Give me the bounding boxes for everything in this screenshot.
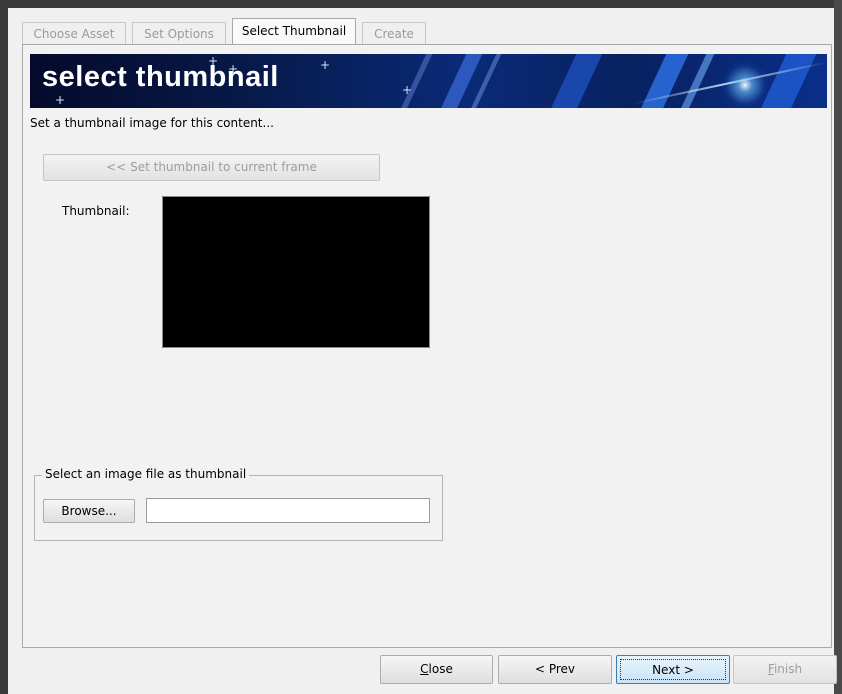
prev-button[interactable]: < Prev — [498, 655, 612, 684]
thumbnail-file-path-input[interactable] — [146, 498, 430, 523]
header-banner: + + + + + select thumbnail — [30, 54, 827, 108]
tab-set-options[interactable]: Set Options — [132, 22, 226, 44]
tab-create[interactable]: Create — [362, 22, 426, 44]
close-label-rest: lose — [428, 662, 453, 676]
page-title: select thumbnail — [42, 61, 279, 93]
window-frame-top — [0, 0, 842, 8]
instruction-text: Set a thumbnail image for this content..… — [30, 116, 274, 130]
next-button-label: Next > — [620, 659, 726, 680]
window-frame-left — [0, 0, 8, 694]
tab-choose-asset[interactable]: Choose Asset — [22, 22, 126, 44]
close-button[interactable]: Close — [380, 655, 493, 684]
thumbnail-label: Thumbnail: — [62, 204, 130, 218]
thumbnail-preview — [162, 196, 430, 348]
finish-label-rest: inish — [773, 662, 803, 676]
image-file-group-legend: Select an image file as thumbnail — [42, 467, 250, 481]
browse-button[interactable]: Browse... — [43, 499, 135, 523]
next-button[interactable]: Next > — [616, 655, 730, 684]
tab-select-thumbnail[interactable]: Select Thumbnail — [232, 18, 356, 45]
window-frame-right — [834, 0, 842, 694]
finish-button[interactable]: Finish — [733, 655, 837, 684]
set-thumbnail-current-frame-button[interactable]: << Set thumbnail to current frame — [43, 154, 380, 181]
close-accelerator: C — [420, 662, 429, 676]
